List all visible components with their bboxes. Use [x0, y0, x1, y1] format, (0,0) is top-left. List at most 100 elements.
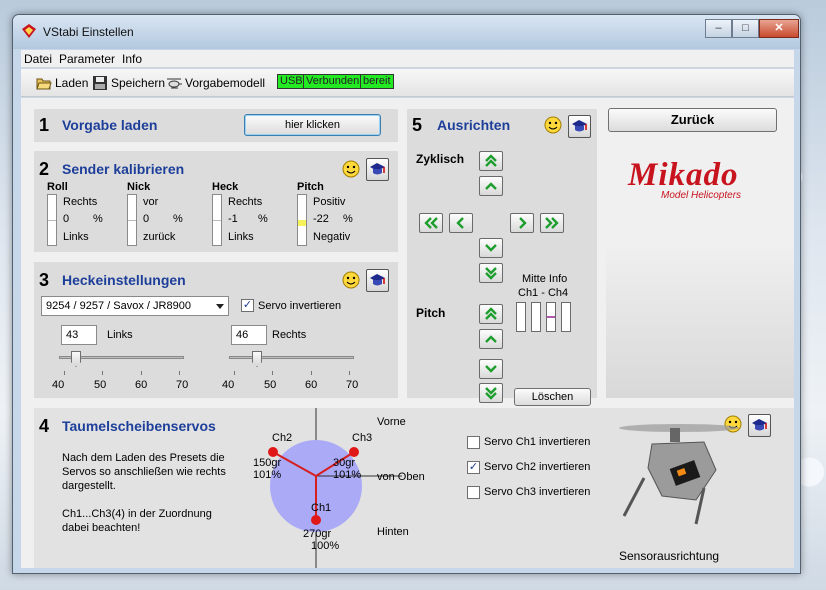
section-sender-kalibrieren: 2 Sender kalibrieren Roll Rechts 0 % Lin… — [34, 151, 398, 252]
roll-top: Rechts — [63, 196, 98, 208]
zyklisch-down-button[interactable] — [479, 238, 503, 258]
main-window: VStabi Einstellen – □ ✕ Datei Parameter … — [12, 14, 801, 574]
help-button-s2[interactable] — [366, 158, 389, 181]
rechts-slider[interactable] — [229, 351, 354, 381]
client-area: 1 Vorgabe laden hier klicken 2 Sender ka… — [21, 98, 794, 568]
mikado-logo: Mikado — [628, 157, 739, 193]
vorgabemodell-button[interactable]: Vorgabemodell — [166, 75, 265, 91]
servo-ch2-invert-checkbox[interactable]: ✓ — [467, 461, 480, 474]
pitch-up-fast-button[interactable] — [479, 304, 503, 324]
menu-info[interactable]: Info — [122, 52, 142, 66]
loeschen-button[interactable]: Löschen — [514, 388, 591, 406]
speichern-button[interactable]: Speichern — [92, 75, 165, 91]
instruction-line-5: dabei beachten! — [62, 522, 141, 534]
section-3-title: Heckeinstellungen — [62, 272, 186, 288]
section-3-number: 3 — [39, 270, 50, 290]
ch3-degree: 30gr — [333, 457, 356, 469]
rechts-value-input[interactable]: 46 — [231, 325, 267, 345]
helicopter-sensor-image — [619, 424, 739, 525]
ch2-label: Ch2 — [272, 432, 293, 444]
servo-type-value: 9254 / 9257 / Savox / JR8900 — [46, 300, 191, 312]
help-button-s5[interactable] — [568, 115, 591, 138]
pitch-label: Pitch — [297, 181, 324, 193]
ch2-percent: 101% — [253, 469, 282, 481]
servo-ch3-invert-checkbox[interactable] — [467, 486, 480, 499]
instruction-line-3: dargestellt. — [62, 480, 116, 492]
menu-datei[interactable]: Datei — [24, 52, 52, 66]
chevron-left-icon — [456, 217, 464, 229]
links-scale-50: 50 — [94, 379, 107, 391]
logo-area: Mikado Model Helicopters — [606, 140, 794, 398]
window-title: VStabi Einstellen — [43, 25, 134, 39]
pitch-align-label: Pitch — [416, 306, 446, 320]
maximize-button[interactable]: □ — [732, 19, 759, 38]
zyklisch-right-fast-button[interactable] — [540, 213, 564, 233]
links-value-input[interactable]: 43 — [61, 325, 97, 345]
help-button-s3[interactable] — [366, 269, 389, 292]
nick-top: vor — [143, 196, 159, 208]
nick-bar — [127, 194, 137, 246]
links-slider[interactable] — [59, 351, 184, 381]
double-chevron-left-icon — [424, 217, 438, 229]
menu-parameter[interactable]: Parameter — [59, 52, 115, 66]
ch3-label: Ch3 — [352, 432, 373, 444]
laden-label: Laden — [55, 76, 89, 90]
mitte-info-label: Mitte Info — [522, 273, 568, 285]
section-taumelscheibenservos: 4 Taumelscheibenservos Nach dem Laden de… — [34, 408, 794, 568]
close-button[interactable]: ✕ — [759, 19, 799, 38]
links-label: Links — [107, 329, 133, 341]
chevron-up-icon — [485, 335, 497, 343]
ch3-servo-point — [349, 447, 359, 457]
zyklisch-left-button[interactable] — [449, 213, 473, 233]
ch1-label: Ch1 — [311, 502, 332, 514]
ch1-degree: 270gr — [303, 528, 332, 540]
slider-tick — [179, 371, 180, 375]
servo-ch3-invert-label: Servo Ch3 invertieren — [484, 486, 591, 498]
pitch-bar-fill — [298, 220, 306, 226]
zyklisch-up-button[interactable] — [479, 176, 503, 196]
section-5-title: Ausrichten — [437, 117, 511, 133]
section-heckeinstellungen: 3 Heckeinstellungen 9254 / 9257 / Savox … — [34, 262, 398, 398]
servo-ch1-invert-checkbox[interactable] — [467, 436, 480, 449]
zyklisch-right-button[interactable] — [510, 213, 534, 233]
links-slider-thumb[interactable] — [71, 351, 81, 367]
slider-tick — [141, 371, 142, 375]
ch4-position-bar — [561, 302, 571, 332]
rechts-scale-60: 60 — [305, 379, 318, 391]
hier-klicken-button[interactable]: hier klicken — [244, 114, 381, 136]
zyklisch-left-fast-button[interactable] — [419, 213, 443, 233]
section-5-number: 5 — [412, 115, 423, 135]
ch3-percent: 101% — [333, 469, 362, 481]
ch1-percent: 100% — [311, 540, 340, 551]
servo-ch2-invert-label: Servo Ch2 invertieren — [484, 461, 591, 473]
zyklisch-up-fast-button[interactable] — [479, 151, 503, 171]
menu-bar: Datei Parameter Info — [21, 50, 794, 68]
instruction-line-4: Ch1...Ch3(4) in der Zuordnung — [62, 508, 212, 520]
servo-invertieren-checkbox[interactable]: ✓ — [241, 299, 254, 312]
heck-bar — [212, 194, 222, 246]
ch2-degree: 150gr — [253, 457, 282, 469]
roll-bottom: Links — [63, 231, 89, 243]
nick-label: Nick — [127, 181, 151, 193]
zurueck-button[interactable]: Zurück — [608, 108, 777, 132]
laden-button[interactable]: Laden — [36, 75, 88, 91]
title-bar[interactable]: VStabi Einstellen – □ ✕ — [13, 15, 800, 49]
servo-type-select[interactable]: 9254 / 9257 / Savox / JR8900 — [41, 296, 229, 316]
pitch-down-fast-button[interactable] — [479, 383, 503, 403]
chevron-up-icon — [485, 182, 497, 190]
save-disk-icon — [93, 76, 107, 90]
rechts-label: Rechts — [272, 329, 307, 341]
pitch-down-button[interactable] — [479, 359, 503, 379]
pitch-up-button[interactable] — [479, 329, 503, 349]
speichern-label: Speichern — [111, 76, 166, 90]
hinten-label: Hinten — [377, 526, 409, 538]
instruction-line-1: Nach dem Laden des Presets die — [62, 452, 225, 464]
zyklisch-down-fast-button[interactable] — [479, 263, 503, 283]
minimize-button[interactable]: – — [705, 19, 732, 38]
rechts-slider-thumb[interactable] — [252, 351, 262, 367]
slider-tick — [102, 371, 103, 375]
zyklisch-label: Zyklisch — [416, 152, 465, 166]
pitch-unit: % — [343, 213, 353, 225]
double-chevron-down-icon — [485, 387, 497, 400]
ch3-position-bar — [546, 302, 556, 332]
